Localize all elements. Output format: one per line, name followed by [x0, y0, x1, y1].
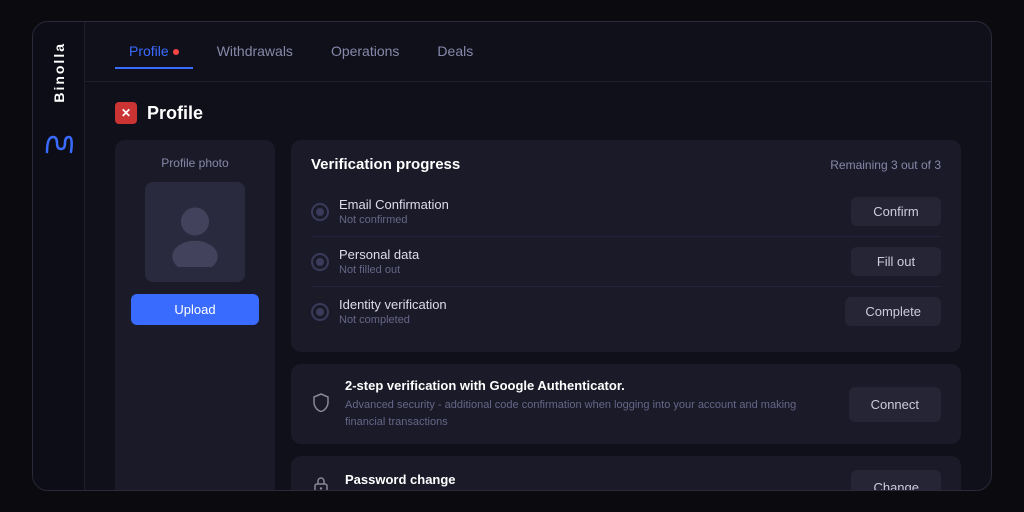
right-column: Verification progress Remaining 3 out of… — [291, 140, 961, 490]
item-status-identity: Not completed — [339, 314, 447, 326]
lock-icon — [311, 475, 331, 490]
verification-item-identity: Identity verification Not completed Comp… — [311, 287, 941, 336]
item-left-identity: Identity verification Not completed — [311, 297, 447, 326]
fill-out-button[interactable]: Fill out — [851, 247, 941, 276]
item-left-personal: Personal data Not filled out — [311, 247, 419, 276]
password-title: Password change — [345, 472, 837, 487]
verification-item-personal: Personal data Not filled out Fill out — [311, 237, 941, 287]
page-content: ✕ Profile Profile photo Upload — [85, 82, 991, 490]
tab-operations[interactable]: Operations — [317, 35, 413, 69]
section-header: ✕ Profile — [115, 102, 961, 124]
tabs-bar: Profile Withdrawals Operations Deals — [85, 22, 991, 82]
password-info: Password change We recommend changing yo… — [345, 472, 837, 490]
content-grid: Profile photo Upload Verification p — [115, 140, 961, 490]
twostep-card: 2-step verification with Google Authenti… — [291, 364, 961, 444]
confirm-email-button[interactable]: Confirm — [851, 197, 941, 226]
change-password-button[interactable]: Change — [851, 470, 941, 490]
section-header-icon: ✕ — [115, 102, 137, 124]
avatar — [145, 182, 245, 282]
main-content: Profile Withdrawals Operations Deals ✕ P… — [85, 22, 991, 490]
photo-card: Profile photo Upload — [115, 140, 275, 490]
avatar-placeholder-icon — [160, 197, 230, 267]
password-card: Password change We recommend changing yo… — [291, 456, 961, 490]
item-info-personal: Personal data Not filled out — [339, 247, 419, 276]
item-status-personal: Not filled out — [339, 264, 419, 276]
sidebar: Binolla — [33, 22, 85, 490]
twostep-title: 2-step verification with Google Authenti… — [345, 378, 835, 393]
verification-items: Email Confirmation Not confirmed Confirm — [311, 187, 941, 336]
app-container: Binolla Profile Withdrawals Operations D… — [32, 21, 992, 491]
sidebar-brand-icon — [45, 133, 73, 161]
sidebar-logo: Binolla — [51, 42, 67, 103]
twostep-desc: Advanced security - additional code conf… — [345, 397, 835, 430]
item-name-personal: Personal data — [339, 247, 419, 262]
verification-item-email: Email Confirmation Not confirmed Confirm — [311, 187, 941, 237]
item-circle-identity — [311, 303, 329, 321]
tab-deals[interactable]: Deals — [423, 35, 487, 69]
verification-title: Verification progress — [311, 156, 460, 173]
verification-header: Verification progress Remaining 3 out of… — [311, 156, 941, 173]
item-name-email: Email Confirmation — [339, 197, 449, 212]
remaining-text: Remaining 3 out of 3 — [830, 158, 941, 172]
photo-label: Profile photo — [161, 156, 228, 170]
connect-button[interactable]: Connect — [849, 387, 941, 422]
twostep-info: 2-step verification with Google Authenti… — [345, 378, 835, 430]
tab-dot-profile — [173, 49, 179, 55]
item-left-email: Email Confirmation Not confirmed — [311, 197, 449, 226]
shield-icon — [311, 392, 331, 417]
tab-profile[interactable]: Profile — [115, 35, 193, 69]
tab-withdrawals[interactable]: Withdrawals — [203, 35, 307, 69]
item-name-identity: Identity verification — [339, 297, 447, 312]
item-circle-email — [311, 203, 329, 221]
upload-photo-button[interactable]: Upload — [131, 294, 259, 325]
section-title: Profile — [147, 103, 203, 124]
item-info-identity: Identity verification Not completed — [339, 297, 447, 326]
item-status-email: Not confirmed — [339, 214, 449, 226]
verification-card: Verification progress Remaining 3 out of… — [291, 140, 961, 352]
complete-button[interactable]: Complete — [845, 297, 941, 326]
item-circle-personal — [311, 253, 329, 271]
item-info-email: Email Confirmation Not confirmed — [339, 197, 449, 226]
